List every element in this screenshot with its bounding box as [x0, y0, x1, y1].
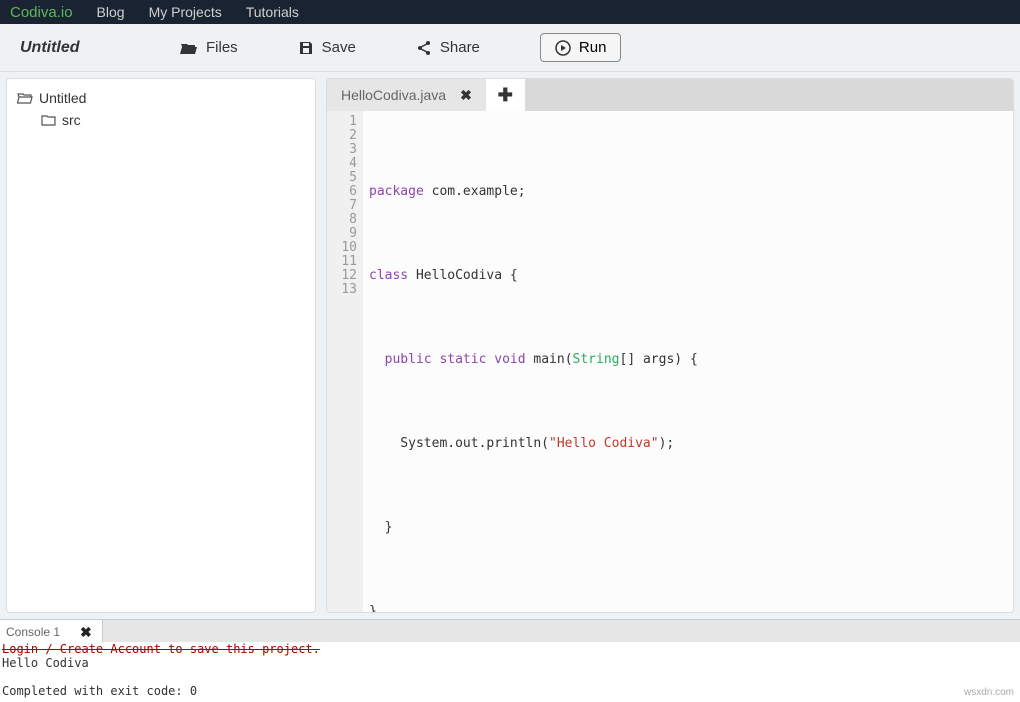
run-label: Run [579, 39, 607, 56]
file-tree-root[interactable]: Untitled [17, 87, 305, 109]
nav-link-my-projects[interactable]: My Projects [149, 4, 222, 20]
close-icon[interactable]: ✖ [460, 87, 472, 104]
save-icon [298, 40, 314, 56]
toolbar: Untitled Files Save Share Run [0, 24, 1020, 72]
nav-link-tutorials[interactable]: Tutorials [246, 4, 299, 20]
line-gutter: 1 2 3 4 5 6 7 8 9 10 11 12 13 [327, 111, 363, 612]
console-tabs: Console 1 ✖ [0, 620, 1020, 642]
folder-open-icon [180, 41, 198, 55]
save-button[interactable]: Save [298, 39, 356, 56]
editor-tab-file[interactable]: HelloCodiva.java ✖ [327, 79, 486, 111]
file-tree-folder-src[interactable]: src [17, 109, 305, 131]
run-button[interactable]: Run [540, 33, 622, 62]
plus-icon: ✚ [498, 85, 513, 106]
console-panel: Console 1 ✖ Login / Create Account to sa… [0, 619, 1020, 702]
console-tab-label: Console 1 [6, 625, 60, 639]
main-area: Untitled src HelloCodiva.java ✖ ✚ 1 2 3 [0, 72, 1020, 619]
close-icon[interactable]: ✖ [80, 624, 92, 641]
top-nav: Codiva.io Blog My Projects Tutorials [0, 0, 1020, 24]
share-button[interactable]: Share [416, 39, 480, 56]
editor-panel: HelloCodiva.java ✖ ✚ 1 2 3 4 5 6 7 8 9 1… [326, 78, 1014, 613]
share-icon [416, 40, 432, 56]
file-tree-panel: Untitled src [6, 78, 316, 613]
project-title[interactable]: Untitled [20, 39, 120, 57]
console-exit-line: Completed with exit code: 0 [2, 684, 1018, 698]
editor-tabs: HelloCodiva.java ✖ ✚ [327, 79, 1013, 111]
console-output[interactable]: Login / Create Account to save this proj… [0, 642, 1020, 702]
code-content[interactable]: package com.example; class HelloCodiva {… [363, 111, 1013, 612]
save-label: Save [322, 39, 356, 56]
tree-folder-label: src [62, 112, 81, 128]
files-label: Files [206, 39, 238, 56]
folder-icon [41, 114, 56, 126]
folder-open-icon [17, 92, 33, 105]
tree-root-label: Untitled [39, 90, 86, 106]
console-tab[interactable]: Console 1 ✖ [0, 620, 103, 642]
console-login-prompt: Login / Create Account to save this proj… [2, 642, 1018, 656]
code-editor[interactable]: 1 2 3 4 5 6 7 8 9 10 11 12 13 package co… [327, 111, 1013, 612]
nav-link-blog[interactable]: Blog [97, 4, 125, 20]
files-button[interactable]: Files [180, 39, 238, 56]
add-tab-button[interactable]: ✚ [486, 79, 526, 111]
brand-logo[interactable]: Codiva.io [10, 4, 73, 21]
watermark: wsxdn.com [964, 687, 1014, 698]
tab-label: HelloCodiva.java [341, 87, 446, 103]
play-icon [555, 40, 571, 56]
console-output-line: Hello Codiva [2, 656, 1018, 670]
share-label: Share [440, 39, 480, 56]
